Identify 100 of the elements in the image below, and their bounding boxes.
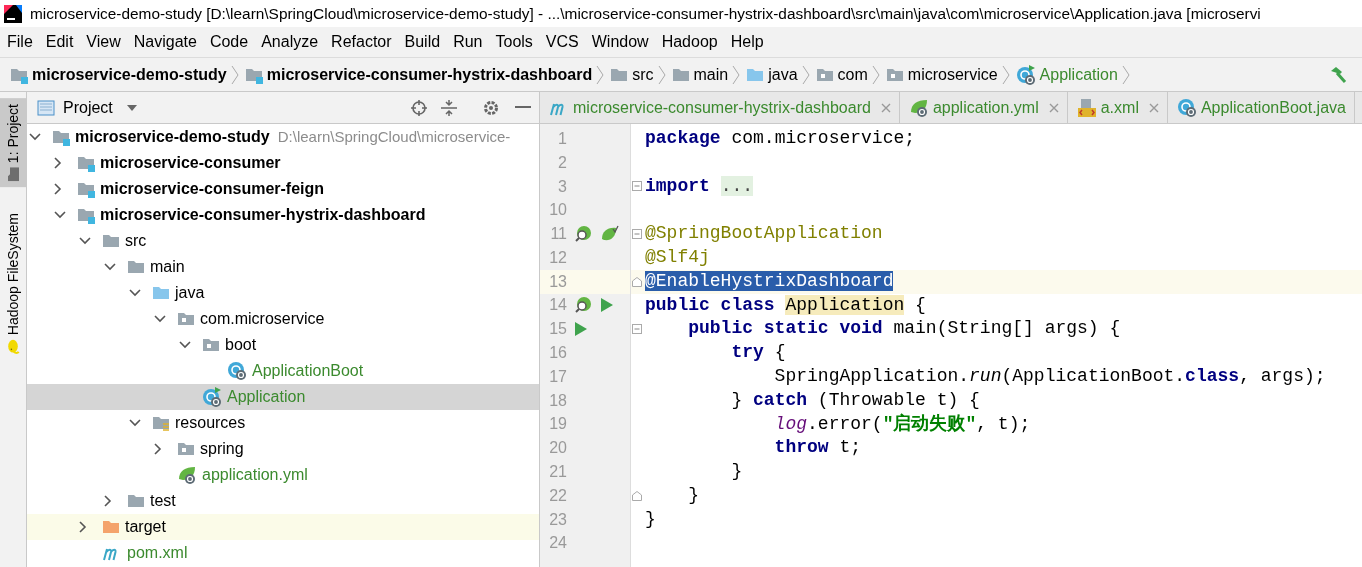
folder-icon bbox=[152, 284, 170, 302]
leaf-icon bbox=[908, 97, 929, 118]
editor-tab[interactable]: microservice-consumer-hystrix-dashboard bbox=[540, 92, 900, 123]
tree-item[interactable]: microservice-consumer bbox=[27, 150, 539, 176]
chevron-icon bbox=[657, 64, 666, 85]
breadcrumb-item[interactable]: Application bbox=[1015, 62, 1118, 87]
line-number: 13 bbox=[548, 271, 567, 292]
chevron-icon bbox=[732, 64, 741, 85]
code-line: throw t; bbox=[773, 436, 863, 460]
tree-item[interactable]: com.microservice bbox=[27, 306, 539, 332]
folder-icon bbox=[127, 258, 145, 276]
code-line: } bbox=[730, 460, 744, 484]
tree-item[interactable]: src bbox=[27, 228, 539, 254]
line-number: 23 bbox=[548, 509, 567, 530]
editor-tab[interactable]: a.xml bbox=[1067, 92, 1168, 123]
code-line: @Slf4j bbox=[644, 246, 711, 269]
folder-icon bbox=[52, 128, 70, 146]
folder-icon bbox=[177, 310, 195, 328]
tree-item[interactable]: resources bbox=[27, 410, 539, 436]
code-line: log.error("启动失败", t); bbox=[773, 412, 1032, 436]
line-number: 15 bbox=[548, 319, 567, 340]
line-number: 19 bbox=[548, 414, 567, 435]
code-line: @SpringBootApplication bbox=[644, 222, 884, 246]
window-title: microservice-demo-study [D:\learn\SpringCloud\microservice-demo-study] - ...\microservice-consumer-hystrix-dashboard\src\main\java\com\microservice\Application.java [microservi bbox=[30, 3, 1261, 24]
tree-item[interactable]: ApplicationBoot bbox=[27, 358, 539, 384]
leaf-icon bbox=[177, 465, 197, 485]
line-number: 2 bbox=[557, 152, 567, 173]
menu-item[interactable]: Analyze bbox=[256, 28, 324, 56]
menu-item[interactable]: Edit bbox=[40, 28, 79, 56]
chevron-icon bbox=[801, 64, 810, 85]
line-number: 24 bbox=[548, 533, 567, 554]
tree-item[interactable]: microservice-consumer-feign bbox=[27, 176, 539, 202]
code-line: public class Application { bbox=[644, 293, 927, 317]
menu-item[interactable]: Run bbox=[448, 28, 488, 56]
breadcrumb-item[interactable]: main bbox=[671, 62, 729, 87]
tree-item[interactable]: target bbox=[27, 514, 539, 540]
folder-icon bbox=[127, 492, 145, 510]
menu-item[interactable]: VCS bbox=[540, 28, 584, 56]
tool-window-button[interactable]: 1: Project bbox=[0, 98, 27, 188]
tree-item[interactable]: microservice-consumer-hystrix-dashboard bbox=[27, 202, 539, 228]
folder-icon bbox=[77, 206, 95, 224]
app-logo-icon bbox=[4, 4, 22, 23]
class-icon bbox=[227, 361, 247, 381]
folder-icon bbox=[202, 336, 220, 354]
menu-item[interactable]: File bbox=[2, 28, 38, 56]
line-number: 20 bbox=[548, 438, 567, 459]
line-number: 18 bbox=[548, 390, 567, 411]
xml-file-icon bbox=[1076, 97, 1097, 118]
chevron-icon bbox=[230, 64, 239, 85]
view-selector[interactable]: Project bbox=[37, 95, 137, 120]
chevron-icon bbox=[871, 64, 880, 85]
menu-item[interactable]: Help bbox=[725, 28, 769, 56]
breadcrumb-item[interactable]: java bbox=[746, 62, 798, 87]
editor-tab[interactable]: application.yml bbox=[899, 92, 1068, 123]
collapse-icon bbox=[441, 98, 457, 117]
menu-item[interactable]: Code bbox=[204, 28, 254, 56]
code-line: import ... bbox=[644, 174, 755, 198]
menu-item[interactable]: Window bbox=[586, 28, 654, 56]
line-number: 22 bbox=[548, 485, 567, 506]
line-number: 14 bbox=[548, 295, 567, 316]
class-icon bbox=[1015, 64, 1036, 85]
crosshair-icon bbox=[410, 98, 428, 117]
code-line: package com.microservice; bbox=[644, 127, 917, 150]
code-line: public static void main(String[] args) { bbox=[687, 317, 1122, 341]
path-hint: D:\learn\SpringCloud\microservice- bbox=[277, 126, 511, 147]
breadcrumb-item[interactable]: microservice-consumer-hystrix-dashboard bbox=[244, 62, 593, 87]
menu-item[interactable]: Tools bbox=[490, 28, 538, 56]
breadcrumb-item[interactable]: microservice bbox=[885, 62, 998, 87]
folder-icon bbox=[177, 440, 195, 458]
menu-item[interactable]: Refactor bbox=[326, 28, 397, 56]
breadcrumb-item[interactable]: microservice-demo-study bbox=[10, 62, 227, 87]
breadcrumb-item[interactable]: com bbox=[815, 62, 868, 87]
tool-window-button[interactable]: Hadoop FileSystem bbox=[0, 207, 27, 360]
menu-item[interactable]: View bbox=[81, 28, 126, 56]
tree-item[interactable]: application.yml bbox=[27, 462, 539, 488]
menu-item[interactable]: Navigate bbox=[128, 28, 202, 56]
tree-item[interactable]: spring bbox=[27, 436, 539, 462]
code-line: try { bbox=[730, 341, 787, 365]
code-line: SpringApplication.run(ApplicationBoot.class, args); bbox=[773, 364, 1327, 388]
run-icon bbox=[601, 298, 613, 313]
tree-item[interactable]: test bbox=[27, 488, 539, 514]
line-number: 16 bbox=[548, 343, 567, 364]
line-number: 11 bbox=[549, 224, 567, 245]
class-icon bbox=[1176, 97, 1197, 118]
tree-item[interactable]: boot bbox=[27, 332, 539, 358]
line-number: 17 bbox=[548, 366, 567, 387]
menu-item[interactable]: Hadoop bbox=[656, 28, 723, 56]
tree-item[interactable]: microservice-demo-study D:\learn\SpringCloud\microservice- bbox=[27, 124, 539, 150]
chevron-icon bbox=[1001, 64, 1010, 85]
class-icon bbox=[202, 387, 222, 407]
editor-tab[interactable]: ApplicationBoot.java bbox=[1167, 92, 1355, 123]
tree-item[interactable]: pom.xml bbox=[27, 540, 539, 566]
folder-icon bbox=[6, 167, 20, 182]
line-number: 10 bbox=[548, 200, 567, 221]
menu-item[interactable]: Build bbox=[399, 28, 446, 56]
run-icon bbox=[575, 322, 587, 337]
tree-item[interactable]: java bbox=[27, 280, 539, 306]
tree-item[interactable]: main bbox=[27, 254, 539, 280]
elephant-icon bbox=[6, 338, 20, 355]
breadcrumb-item[interactable]: src bbox=[610, 62, 654, 87]
